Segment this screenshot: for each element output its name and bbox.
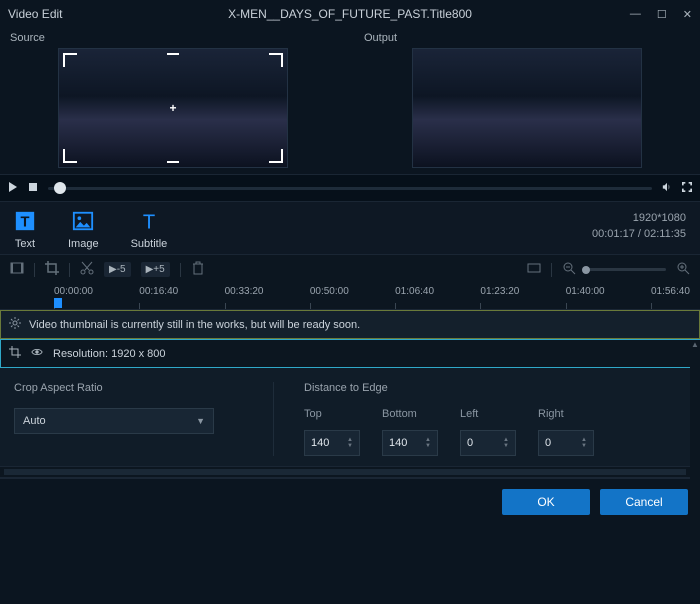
crop-handle-bottom[interactable] [167,161,179,163]
media-resolution: 1920*1080 [592,210,686,226]
notice-text: Video thumbnail is currently still in th… [29,319,360,331]
fullscreen-icon[interactable] [682,182,692,195]
crop-handle-br[interactable] [269,149,283,163]
media-info: 1920*1080 00:01:17 / 02:11:35 [592,210,686,242]
maximize-button[interactable]: ☐ [657,8,667,21]
output-preview: Output [362,32,692,168]
cancel-button[interactable]: Cancel [600,489,688,515]
crop-section-title: Crop Aspect Ratio [14,382,253,394]
scrollbar-thumb[interactable] [4,469,686,475]
window-controls: — ☐ ✕ [630,8,692,21]
crop-aspect-value: Auto [23,415,46,427]
timeline-ruler[interactable]: 00:00:00 00:16:40 00:33:20 00:50:00 01:0… [0,284,700,310]
edge-left-input[interactable]: 0▲▼ [460,430,516,456]
crop-center-icon[interactable]: + [169,101,176,115]
eye-icon[interactable] [31,346,43,361]
fit-icon[interactable] [527,261,541,278]
gear-icon[interactable] [9,317,21,332]
edge-right-label: Right [538,408,594,420]
svg-text:T: T [143,211,155,232]
trash-icon[interactable] [191,261,205,278]
text-icon: T [14,210,36,232]
vertical-scrollbar[interactable]: ▲ [690,340,700,540]
close-button[interactable]: ✕ [683,8,692,21]
ruler-tick: 01:06:40 [395,284,434,309]
playback-bar [0,174,700,202]
app-title: Video Edit [8,7,63,21]
media-time: 00:01:17 / 02:11:35 [592,226,686,242]
document-title: X-MEN__DAYS_OF_FUTURE_PAST.Title800 [228,7,472,21]
cut-icon[interactable] [80,261,94,278]
notice-bar: Video thumbnail is currently still in th… [0,310,700,339]
crop-handle-tr[interactable] [269,53,283,67]
crop-handle-tl[interactable] [63,53,77,67]
crop-handle-top[interactable] [167,53,179,55]
crop-icon[interactable] [45,261,59,278]
stop-button[interactable] [28,182,38,195]
ok-button[interactable]: OK [502,489,590,515]
ruler-tick: 00:16:40 [139,284,178,309]
edge-bottom-label: Bottom [382,408,438,420]
crop-section: Crop Aspect Ratio Auto ▼ [14,382,274,456]
subtitle-tool-button[interactable]: T Subtitle [131,210,168,250]
crop-handle-bl[interactable] [63,149,77,163]
skip-fwd-5-button[interactable]: ▶+5 [141,262,170,277]
chevron-down-icon: ▼ [196,416,205,426]
output-label: Output [362,32,692,44]
volume-icon[interactable] [662,182,672,195]
text-tool-label: Text [15,238,35,250]
preview-row: Source + Output [0,28,700,174]
text-tool-button[interactable]: T Text [14,210,36,250]
timeline-toolbar: ▶-5 ▶+5 [0,254,700,284]
image-tool-label: Image [68,238,99,250]
source-thumbnail[interactable]: + [58,48,288,168]
edge-bottom-input[interactable]: 140▲▼ [382,430,438,456]
resolution-bar: Resolution: 1920 x 800 [0,339,700,368]
play-button[interactable] [8,182,18,195]
ruler-tick: 01:56:40 [651,284,690,309]
minimize-button[interactable]: — [630,8,641,21]
crop-tool-icon[interactable] [9,346,21,361]
subtitle-icon: T [138,210,160,232]
film-icon[interactable] [10,261,24,278]
edge-section: Distance to Edge Top 140▲▼ Bottom 140▲▼ … [274,382,686,456]
output-thumbnail [412,48,642,168]
edge-top-input[interactable]: 140▲▼ [304,430,360,456]
footer: OK Cancel [0,478,700,525]
edge-left-label: Left [460,408,516,420]
source-label: Source [8,32,338,44]
source-preview: Source + [8,32,338,168]
ruler-tick: 01:40:00 [566,284,605,309]
skip-back-5-button[interactable]: ▶-5 [104,262,131,277]
seek-slider[interactable] [48,187,652,190]
zoom-slider[interactable] [586,268,666,271]
image-tool-button[interactable]: Image [68,210,99,250]
zoom-in-icon[interactable] [676,261,690,278]
settings-panel: Crop Aspect Ratio Auto ▼ Distance to Edg… [0,368,700,466]
main-toolbar: T Text Image T Subtitle 1920*1080 00:01:… [0,202,700,254]
image-icon [72,210,94,232]
subtitle-tool-label: Subtitle [131,238,168,250]
seek-knob[interactable] [54,182,66,194]
horizontal-scrollbar[interactable]: ▶ [0,466,700,478]
zoom-out-icon[interactable] [562,261,576,278]
resolution-text: Resolution: 1920 x 800 [53,348,166,360]
playhead[interactable] [54,298,62,308]
edge-top-label: Top [304,408,360,420]
ruler-tick: 01:23:20 [480,284,519,309]
ruler-tick: 00:33:20 [225,284,264,309]
ruler-tick: 00:50:00 [310,284,349,309]
edge-right-input[interactable]: 0▲▼ [538,430,594,456]
titlebar: Video Edit X-MEN__DAYS_OF_FUTURE_PAST.Ti… [0,0,700,28]
edge-section-title: Distance to Edge [304,382,686,394]
scroll-up-arrow[interactable]: ▲ [691,340,699,349]
svg-text:T: T [21,215,30,231]
crop-aspect-dropdown[interactable]: Auto ▼ [14,408,214,434]
